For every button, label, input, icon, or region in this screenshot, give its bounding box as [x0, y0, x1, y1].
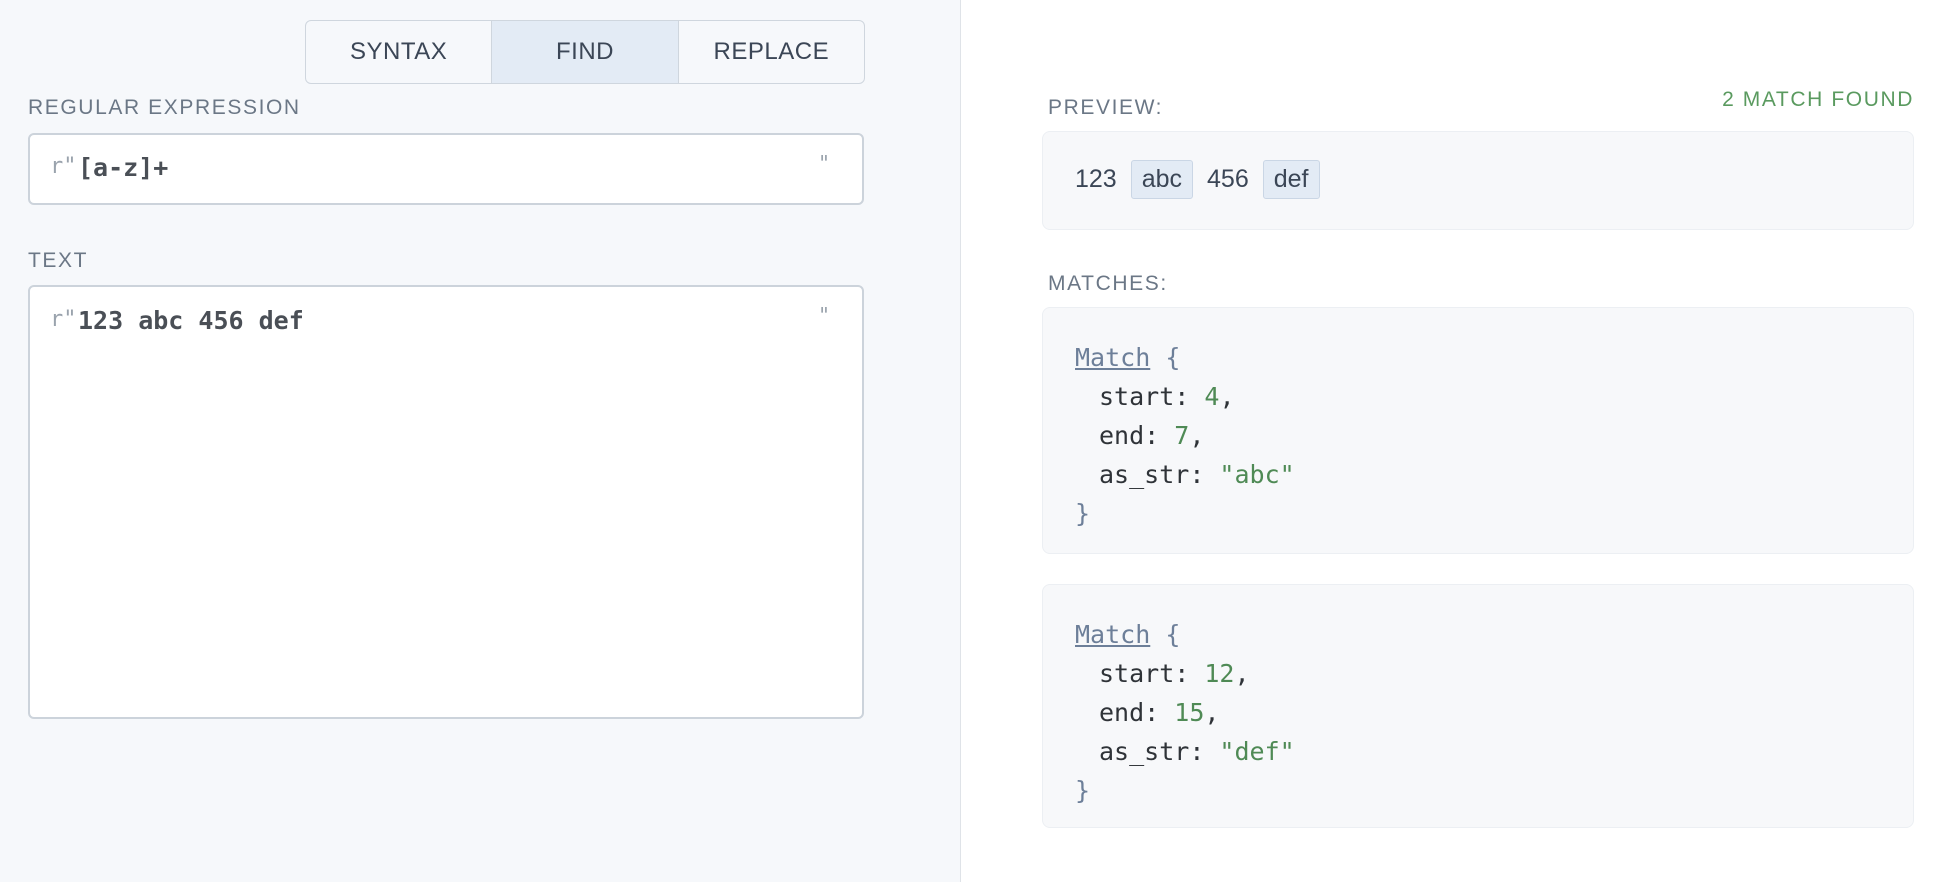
match-as-str-value: "def": [1219, 737, 1295, 766]
regex-suffix: ": [817, 151, 830, 175]
open-brace: {: [1165, 343, 1181, 372]
regex-input[interactable]: r" [a-z]+ ": [28, 133, 864, 205]
match-as-str-value: "abc": [1219, 460, 1295, 489]
text-input[interactable]: r" 123 abc 456 def ": [28, 285, 864, 719]
tab-find[interactable]: FIND: [492, 21, 679, 83]
field-end: end: [1099, 421, 1145, 450]
regex-label: REGULAR EXPRESSION: [28, 96, 301, 119]
text-label: TEXT: [28, 249, 89, 272]
text-suffix: ": [817, 303, 830, 327]
match-keyword: Match: [1075, 620, 1151, 649]
match-keyword: Match: [1075, 343, 1151, 372]
tab-syntax[interactable]: SYNTAX: [306, 21, 493, 83]
match-card: Match { start: 12, end: 15, as_str: "def…: [1042, 584, 1914, 828]
close-brace: }: [1075, 776, 1091, 805]
match-start-value: 12: [1204, 659, 1235, 688]
preview-match-highlight: def: [1262, 160, 1320, 199]
field-start: start: [1099, 382, 1175, 411]
text-prefix: r": [50, 307, 77, 332]
match-code: Match { start: 4, end: 7, as_str: "abc" …: [1075, 343, 1295, 528]
preview-label: PREVIEW:: [1048, 96, 1164, 119]
match-start-value: 4: [1204, 382, 1220, 411]
match-end-value: 7: [1174, 421, 1190, 450]
match-code: Match { start: 12, end: 15, as_str: "def…: [1075, 620, 1295, 805]
text-value: 123 abc 456 def: [78, 306, 304, 335]
mode-tabs: SYNTAX FIND REPLACE: [305, 20, 865, 84]
regex-prefix: r": [50, 154, 77, 179]
preview-match-highlight: abc: [1130, 160, 1194, 199]
field-as-str: as_str: [1099, 737, 1190, 766]
field-end: end: [1099, 698, 1145, 727]
matches-label: MATCHES:: [1048, 272, 1168, 295]
preview-token: 456: [1207, 165, 1249, 193]
field-as-str: as_str: [1099, 460, 1190, 489]
match-end-value: 15: [1174, 698, 1205, 727]
close-brace: }: [1075, 499, 1091, 528]
match-card: Match { start: 4, end: 7, as_str: "abc" …: [1042, 307, 1914, 554]
preview-text: 123 abc 456 def: [1075, 160, 1334, 199]
left-pane: SYNTAX FIND REPLACE REGULAR EXPRESSION r…: [0, 0, 961, 882]
right-pane: PREVIEW: 2 MATCH FOUND 123 abc 456 def M…: [962, 0, 1940, 882]
field-start: start: [1099, 659, 1175, 688]
preview-token: 123: [1075, 165, 1117, 193]
preview-card: 123 abc 456 def: [1042, 131, 1914, 230]
open-brace: {: [1165, 620, 1181, 649]
regex-value: [a-z]+: [78, 153, 169, 182]
match-count: 2 MATCH FOUND: [1722, 88, 1914, 111]
tab-replace[interactable]: REPLACE: [679, 21, 864, 83]
